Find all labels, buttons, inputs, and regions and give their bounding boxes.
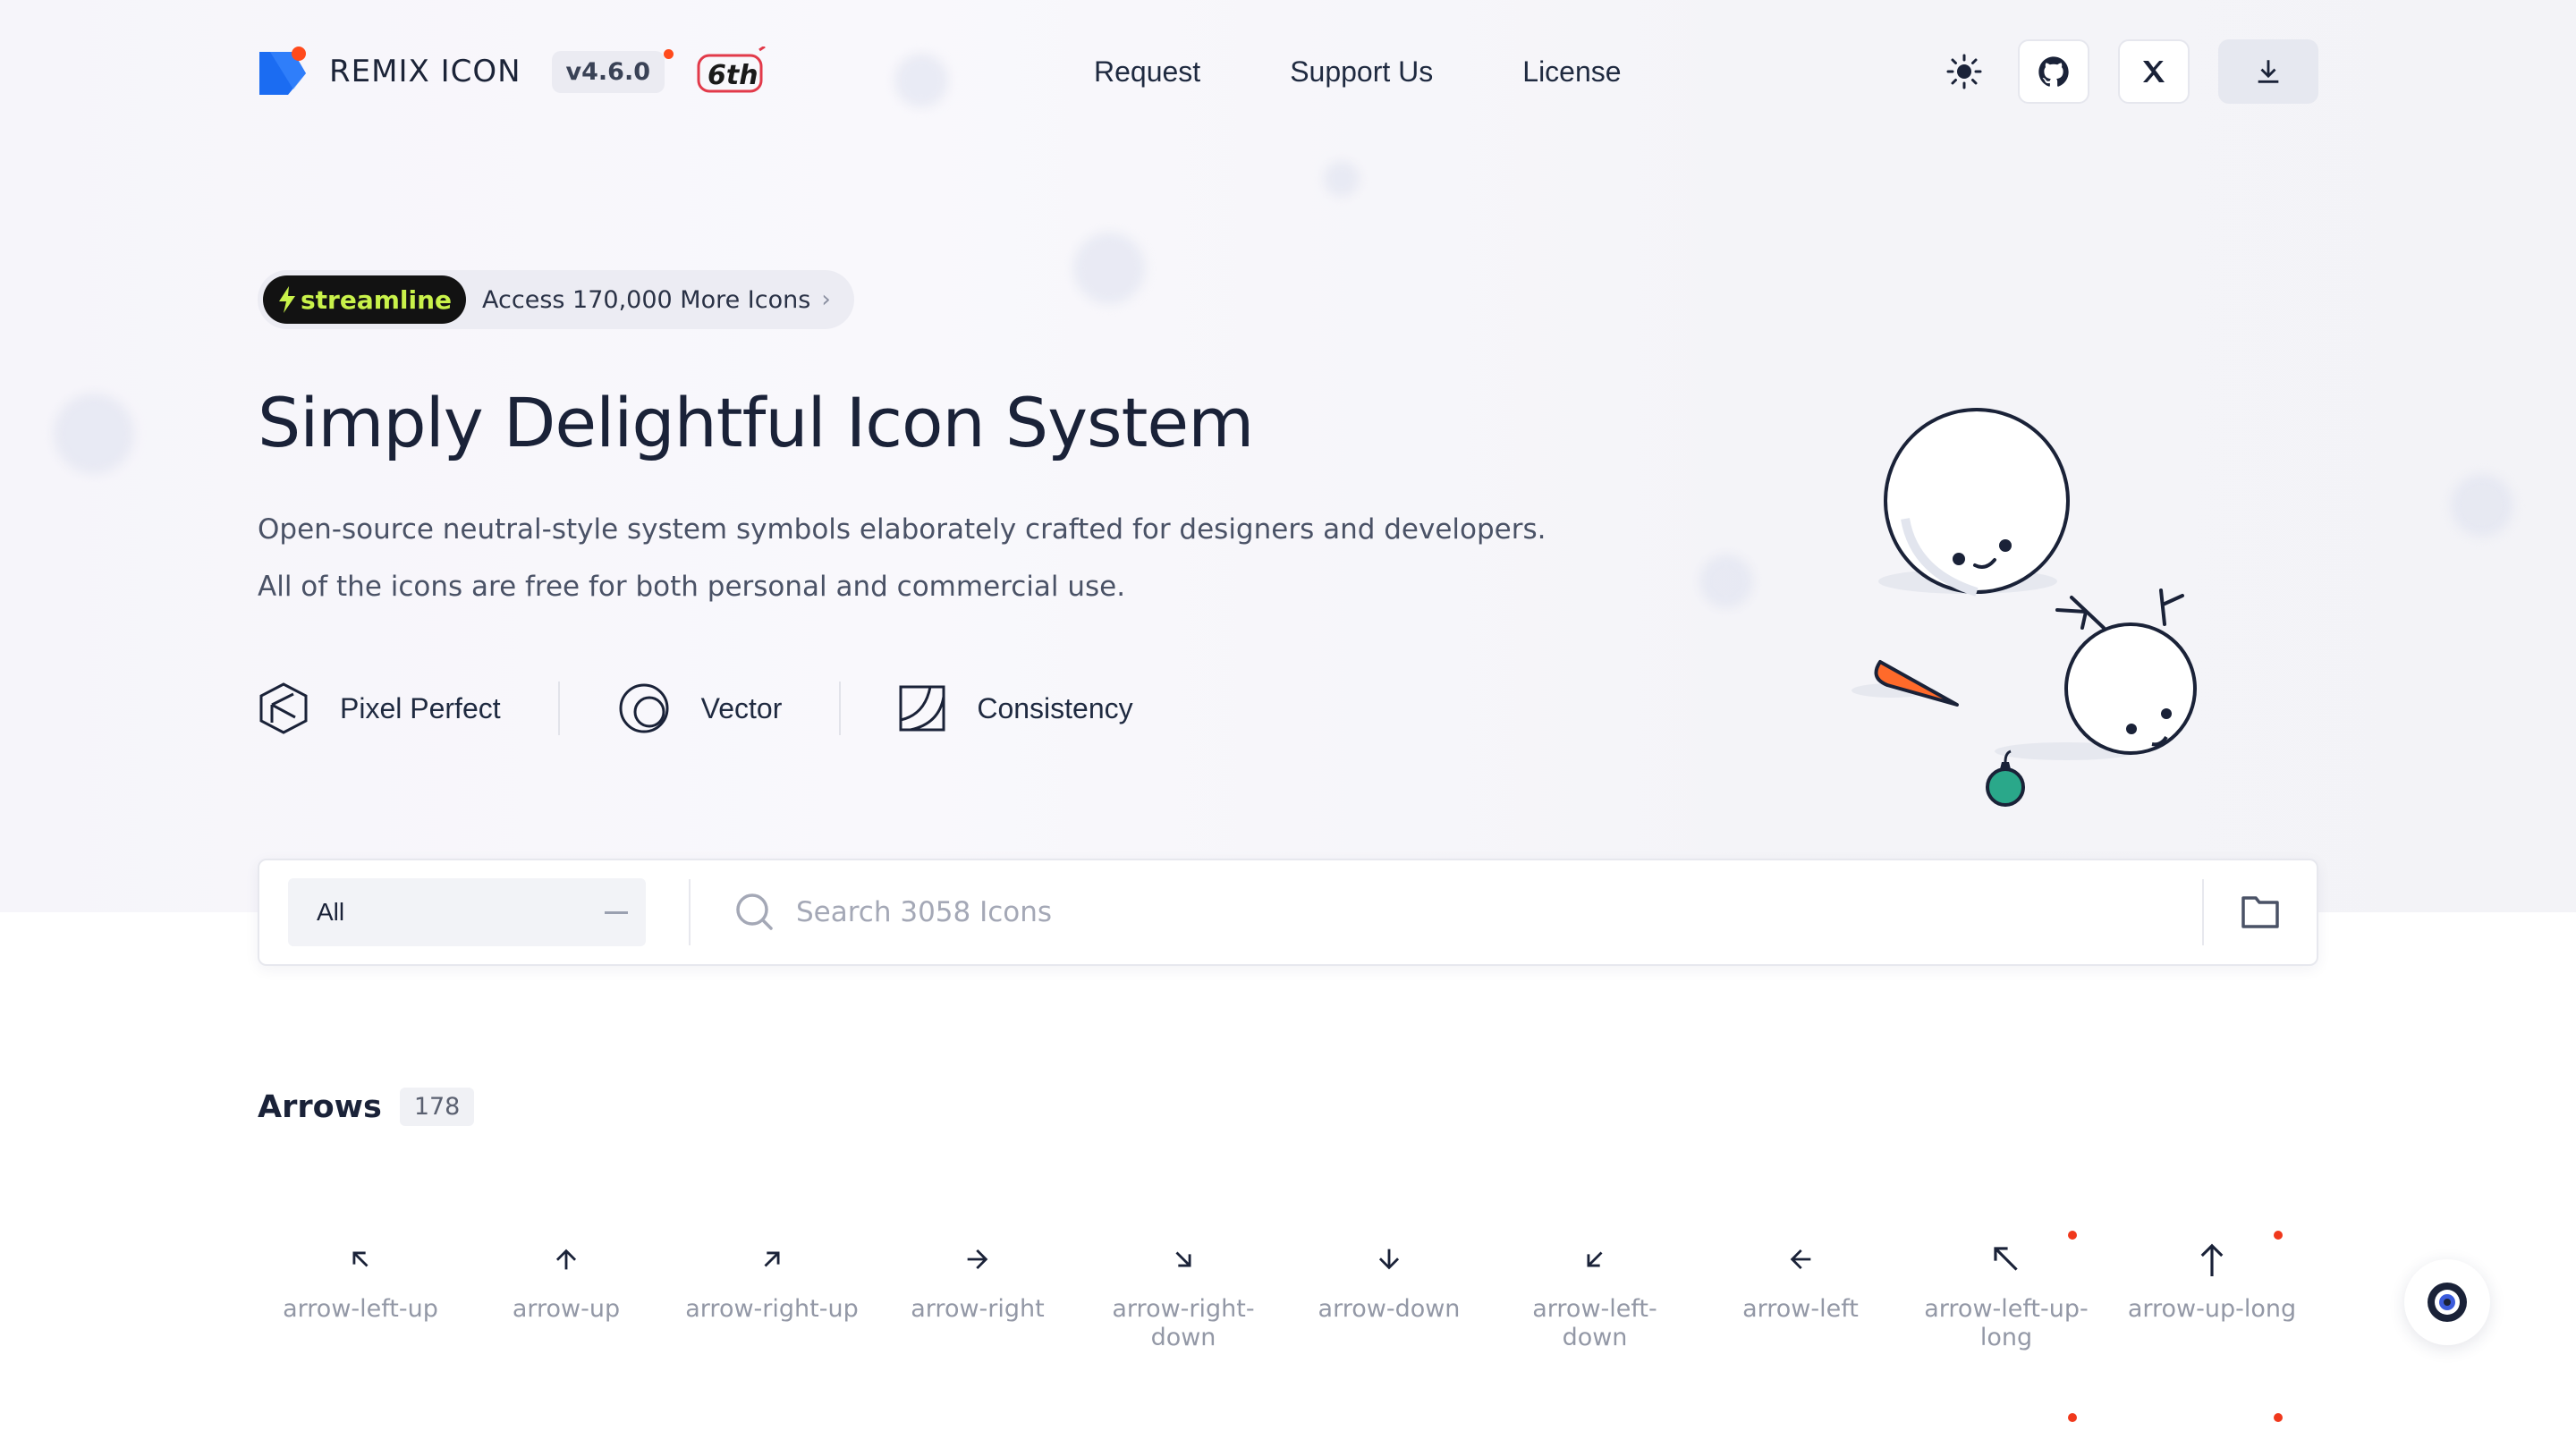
folder-button[interactable] bbox=[2204, 860, 2317, 964]
x-social-button[interactable] bbox=[2118, 39, 2190, 104]
header-actions bbox=[1911, 39, 2318, 104]
theme-toggle-button[interactable] bbox=[1939, 39, 1989, 104]
icon-card-arrow-right-up[interactable]: arrow-right-up bbox=[669, 1234, 875, 1352]
search-input[interactable] bbox=[796, 876, 2202, 948]
icon-name: arrow-up bbox=[512, 1295, 621, 1323]
icon-card-arrow-left-down[interactable]: arrow-left-down bbox=[1492, 1234, 1698, 1352]
streamline-label: streamline bbox=[301, 284, 453, 315]
search-icon bbox=[735, 893, 775, 932]
icon-name: arrow-left-up bbox=[283, 1295, 438, 1323]
category-header: Arrows 178 bbox=[258, 1088, 475, 1126]
category-select[interactable]: All bbox=[288, 878, 646, 946]
arrow-right-up-icon bbox=[757, 1234, 787, 1284]
top-header: REMIX ICON v4.6.0 6th Request Support Us… bbox=[258, 39, 2318, 104]
hero-subtitle: Open-source neutral-style system symbols… bbox=[258, 501, 1546, 615]
snow-decor bbox=[54, 394, 134, 474]
nav-support-us[interactable]: Support Us bbox=[1290, 55, 1433, 89]
x-icon bbox=[2143, 61, 2165, 82]
divider bbox=[689, 879, 691, 945]
streamline-tag: streamline bbox=[263, 275, 467, 324]
folder-icon bbox=[2241, 896, 2279, 928]
promo-text: Access 170,000 More Icons bbox=[482, 285, 811, 314]
new-badge-dot bbox=[2068, 1413, 2077, 1422]
divider bbox=[557, 682, 560, 735]
feature-label: Vector bbox=[700, 691, 783, 724]
feature-consistency: Consistency bbox=[898, 684, 1133, 732]
hero-subtitle-line-2: All of the icons are free for both perso… bbox=[258, 571, 1126, 603]
feature-list: Pixel Perfect Vector Consistency bbox=[258, 682, 1133, 735]
arrow-left-icon bbox=[1785, 1234, 1816, 1284]
icon-card-arrow-left-up-long[interactable]: arrow-left-up-long bbox=[1903, 1231, 2109, 1422]
brand-name: REMIX ICON bbox=[329, 54, 521, 89]
floating-action-button[interactable] bbox=[2404, 1259, 2490, 1345]
cube-icon bbox=[259, 682, 308, 734]
new-version-dot bbox=[664, 48, 674, 59]
new-badge-dot bbox=[2274, 1413, 2283, 1422]
collapse-icon bbox=[605, 910, 628, 914]
sun-icon bbox=[1946, 54, 1982, 89]
icon-name: arrow-left-down bbox=[1532, 1295, 1657, 1351]
hero-title: Simply Delightful Icon System bbox=[258, 383, 1254, 462]
icon-name: arrow-right bbox=[911, 1295, 1045, 1323]
icon-card-arrow-left[interactable]: arrow-left bbox=[1698, 1234, 1903, 1352]
category-count: 178 bbox=[399, 1088, 475, 1126]
icon-name: arrow-left-up-long bbox=[1924, 1295, 2089, 1351]
icon-card-arrow-down[interactable]: arrow-down bbox=[1286, 1234, 1492, 1352]
icon-grid: arrow-left-up arrow-up arrow-right-up ar… bbox=[258, 1231, 2318, 1422]
snow-decor bbox=[1073, 233, 1145, 304]
main-nav: Request Support Us License bbox=[1094, 55, 1711, 89]
chevron-right-icon: › bbox=[821, 286, 831, 313]
feature-label: Consistency bbox=[977, 691, 1133, 724]
github-button[interactable] bbox=[2018, 39, 2089, 104]
arrow-left-up-icon bbox=[345, 1234, 376, 1284]
eye-icon bbox=[2428, 1283, 2467, 1322]
arrow-left-up-long-icon bbox=[1989, 1234, 2023, 1284]
hero-subtitle-line-1: Open-source neutral-style system symbols… bbox=[258, 513, 1546, 546]
icon-card-arrow-right[interactable]: arrow-right bbox=[875, 1234, 1080, 1352]
category-select-value: All bbox=[317, 898, 345, 926]
arrow-down-icon bbox=[1374, 1234, 1404, 1284]
version-label: v4.6.0 bbox=[565, 57, 651, 86]
lightning-icon bbox=[279, 286, 295, 313]
download-button[interactable] bbox=[2218, 39, 2318, 104]
icon-name: arrow-right-up bbox=[685, 1295, 859, 1323]
snow-decor bbox=[1324, 161, 1360, 197]
new-badge-dot bbox=[2068, 1231, 2077, 1240]
icon-card-arrow-up-long[interactable]: arrow-up-long bbox=[2109, 1231, 2315, 1422]
icon-name: arrow-left bbox=[1742, 1295, 1859, 1323]
arrow-left-down-icon bbox=[1580, 1234, 1610, 1284]
anniversary-label: 6th bbox=[708, 60, 758, 91]
consistency-square-icon bbox=[899, 685, 945, 732]
logo[interactable]: REMIX ICON bbox=[258, 47, 521, 97]
github-icon bbox=[2038, 56, 2069, 87]
version-badge[interactable]: v4.6.0 bbox=[551, 48, 674, 93]
snow-decor bbox=[2451, 474, 2513, 537]
icon-card-arrow-right-down[interactable]: arrow-right-down bbox=[1080, 1234, 1286, 1352]
category-title: Arrows bbox=[258, 1088, 382, 1125]
nav-request[interactable]: Request bbox=[1094, 55, 1200, 89]
arrow-up-icon bbox=[551, 1234, 581, 1284]
icon-card-arrow-up[interactable]: arrow-up bbox=[463, 1234, 669, 1352]
icon-name: arrow-down bbox=[1318, 1295, 1461, 1323]
icon-name: arrow-up-long bbox=[2127, 1295, 2297, 1323]
divider bbox=[839, 682, 842, 735]
feature-vector: Vector bbox=[617, 682, 783, 735]
new-badge-dot bbox=[2274, 1231, 2283, 1240]
arrow-up-long-icon bbox=[2195, 1234, 2229, 1284]
feature-label: Pixel Perfect bbox=[340, 691, 501, 724]
feature-pixel-perfect: Pixel Perfect bbox=[258, 682, 501, 735]
anniversary-badge[interactable]: 6th bbox=[695, 45, 768, 97]
arrow-right-icon bbox=[962, 1234, 993, 1284]
vector-circle-icon bbox=[619, 683, 669, 733]
nav-license[interactable]: License bbox=[1522, 55, 1621, 89]
snow-decor bbox=[1699, 555, 1753, 608]
icon-name: arrow-right-down bbox=[1112, 1295, 1255, 1351]
streamline-promo[interactable]: streamline Access 170,000 More Icons › bbox=[258, 270, 854, 329]
remix-logo-icon bbox=[258, 47, 308, 97]
arrow-right-down-icon bbox=[1168, 1234, 1199, 1284]
snowman-illustration bbox=[1852, 394, 2227, 823]
icon-card-arrow-left-up[interactable]: arrow-left-up bbox=[258, 1234, 463, 1352]
download-icon bbox=[2258, 60, 2279, 83]
icon-search-bar: All bbox=[258, 859, 2318, 966]
